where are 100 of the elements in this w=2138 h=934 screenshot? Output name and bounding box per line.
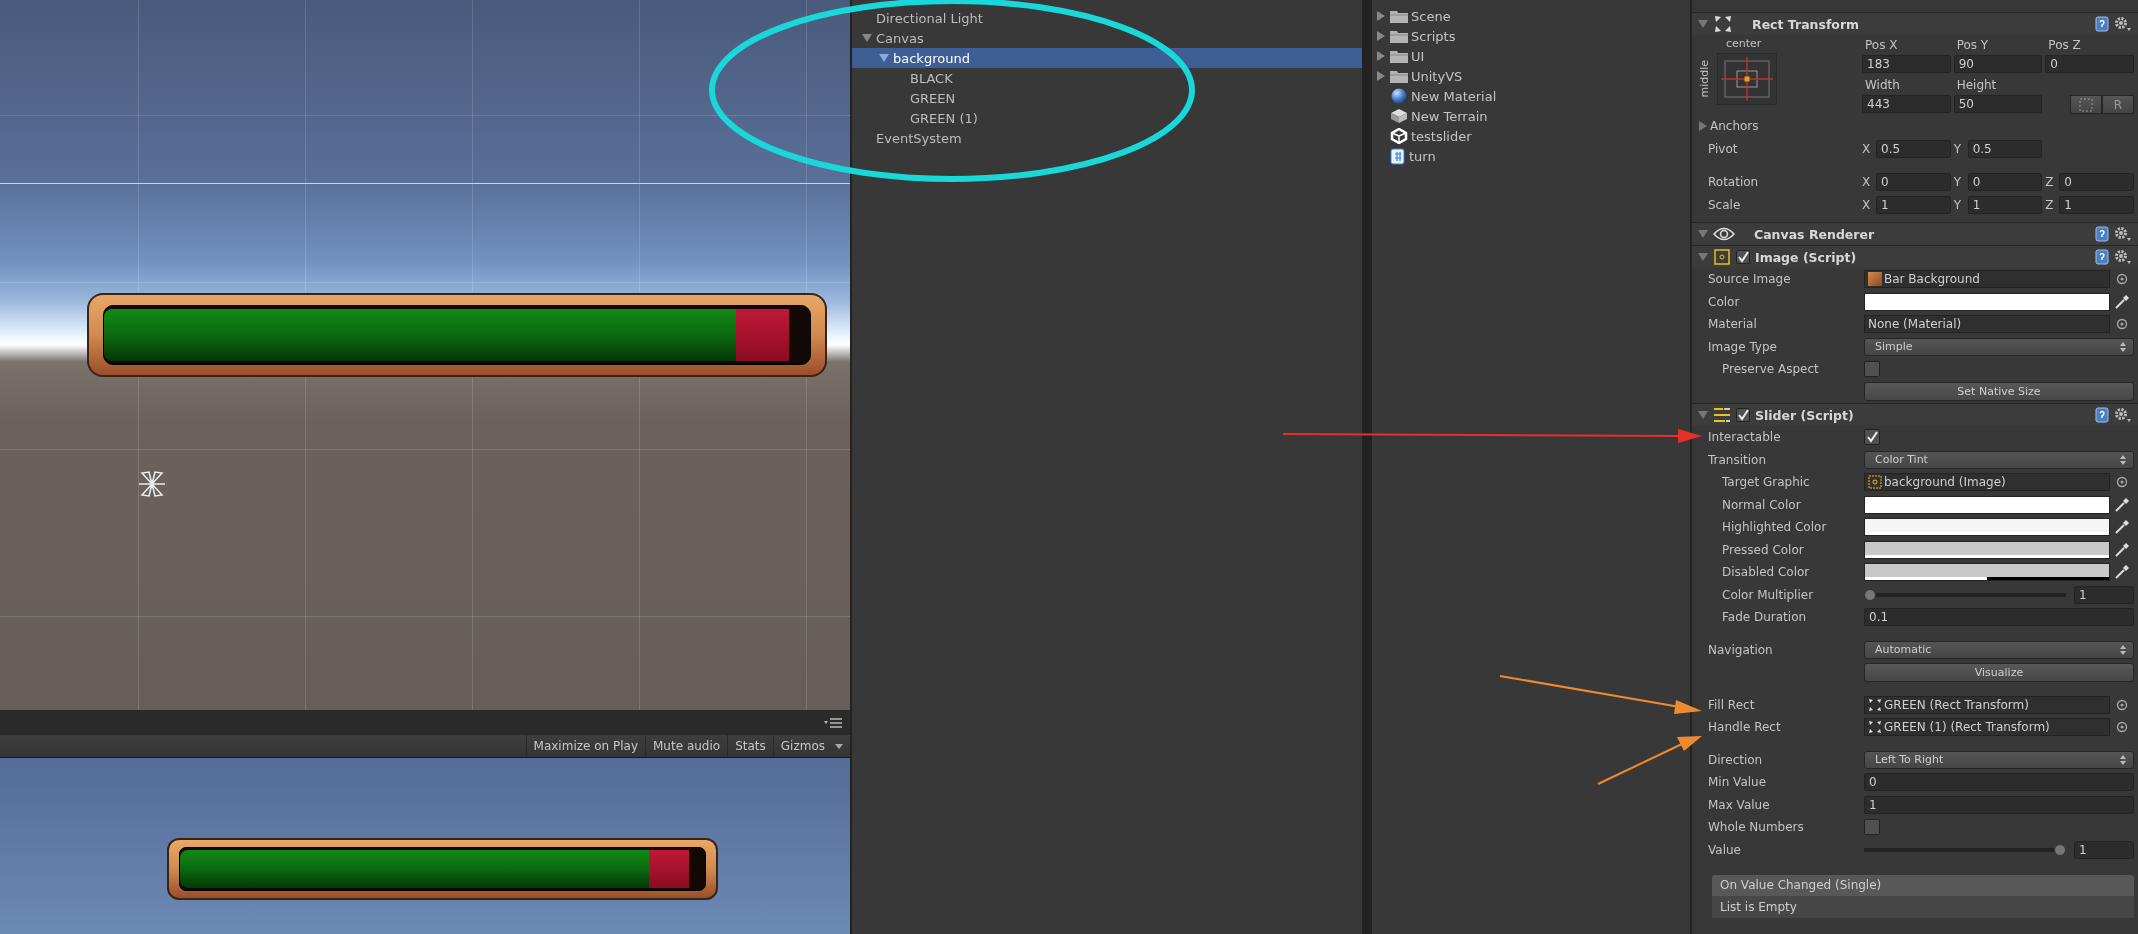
component-header[interactable]: Rect Transform: [1692, 12, 2138, 35]
number-field[interactable]: 0: [1967, 173, 2043, 192]
number-field[interactable]: 0: [1876, 173, 1951, 192]
help-icon[interactable]: [2095, 16, 2109, 32]
number-field[interactable]: 1: [2074, 585, 2134, 604]
number-field[interactable]: 183: [1862, 55, 1951, 73]
object-picker-icon[interactable]: [2116, 698, 2128, 711]
number-field[interactable]: 0: [2045, 55, 2134, 73]
project-item[interactable]: UnityVS: [1372, 66, 1690, 86]
object-picker-icon[interactable]: [2116, 721, 2128, 734]
project-item[interactable]: Scripts: [1372, 26, 1690, 46]
component-header[interactable]: Canvas Renderer: [1692, 222, 2138, 245]
number-field[interactable]: 50: [1953, 95, 2043, 113]
expand-arrow-icon[interactable]: [1698, 252, 1708, 262]
help-icon[interactable]: [2095, 226, 2109, 242]
object-field[interactable]: Bar Background: [1864, 270, 2110, 289]
number-field[interactable]: 0: [1864, 773, 2134, 792]
dropdown[interactable]: Color Tint: [1864, 450, 2134, 469]
menu-icon[interactable]: [824, 717, 842, 728]
slider-thumb[interactable]: [1864, 588, 1876, 601]
dropdown[interactable]: Automatic: [1864, 640, 2134, 659]
hierarchy-item[interactable]: GREEN: [852, 88, 1362, 108]
expand-arrow-icon[interactable]: [862, 33, 872, 43]
anchor-preset-icon[interactable]: [1717, 53, 1777, 105]
number-field[interactable]: 1: [2074, 840, 2134, 859]
gear-icon[interactable]: [2114, 407, 2132, 423]
project-item[interactable]: New Terrain: [1372, 106, 1690, 126]
number-field[interactable]: 0: [2059, 173, 2134, 192]
color-field[interactable]: [1864, 495, 2110, 514]
number-field[interactable]: 0.5: [1967, 139, 2043, 158]
property-label: Direction: [1708, 752, 1764, 767]
number-field[interactable]: 1: [1967, 195, 2043, 214]
expand-arrow-icon[interactable]: [1698, 121, 1708, 132]
gear-icon[interactable]: [2114, 226, 2132, 242]
number-field[interactable]: 443: [1862, 95, 1951, 113]
dropdown[interactable]: Simple: [1864, 337, 2134, 356]
object-field[interactable]: background (Image): [1864, 473, 2110, 492]
scene-view[interactable]: [0, 0, 850, 710]
hierarchy-item[interactable]: EventSystem: [852, 128, 1362, 148]
number-field[interactable]: 1: [1864, 795, 2134, 814]
help-icon[interactable]: [2095, 407, 2109, 423]
slider-thumb[interactable]: [2054, 843, 2066, 856]
eyedropper-icon[interactable]: [2114, 496, 2130, 513]
expand-arrow-icon[interactable]: [879, 53, 889, 63]
bar-handle: [735, 309, 789, 361]
expand-arrow-icon[interactable]: [1698, 229, 1708, 239]
gear-icon[interactable]: [2114, 16, 2132, 32]
toolbar-button[interactable]: Stats: [727, 735, 773, 757]
component-header[interactable]: Image (Script): [1692, 245, 2138, 268]
project-item[interactable]: UI: [1372, 46, 1690, 66]
object-picker-icon[interactable]: [2116, 476, 2128, 489]
component-header[interactable]: Slider (Script): [1692, 403, 2138, 426]
eyedropper-icon[interactable]: [2114, 519, 2130, 536]
dropdown[interactable]: Left To Right: [1864, 750, 2134, 769]
gear-icon[interactable]: [2114, 249, 2132, 265]
number-field[interactable]: 90: [1953, 55, 2043, 73]
number-field[interactable]: 1: [1876, 195, 1951, 214]
eyedropper-icon[interactable]: [2114, 293, 2130, 310]
object-field[interactable]: GREEN (1) (Rect Transform): [1864, 718, 2110, 737]
color-field[interactable]: [1864, 563, 2110, 582]
dropdown-arrows-icon: [2119, 453, 2127, 466]
hierarchy-item[interactable]: Canvas: [852, 28, 1362, 48]
color-field[interactable]: [1864, 292, 2110, 311]
project-item[interactable]: Scene: [1372, 6, 1690, 26]
help-icon[interactable]: [2095, 249, 2109, 265]
toolbar-button[interactable]: Maximize on Play: [525, 735, 645, 757]
eyedropper-icon[interactable]: [2114, 541, 2130, 558]
color-field[interactable]: [1864, 540, 2110, 559]
hierarchy-item[interactable]: GREEN (1): [852, 108, 1362, 128]
hierarchy-item[interactable]: background: [852, 48, 1362, 68]
checkbox[interactable]: [1864, 429, 1880, 446]
object-field[interactable]: None (Material): [1864, 315, 2110, 334]
dropdown-caret-icon[interactable]: [832, 741, 846, 751]
eyedropper-icon[interactable]: [2114, 564, 2130, 581]
hierarchy-item[interactable]: BLACK: [852, 68, 1362, 88]
object-picker-icon[interactable]: [2116, 273, 2128, 286]
action-button[interactable]: Visualize: [1864, 662, 2134, 682]
checkbox[interactable]: [1864, 819, 1880, 836]
project-item[interactable]: New Material: [1372, 86, 1690, 106]
axis-label: Y: [1953, 141, 1962, 156]
checkbox[interactable]: [1864, 361, 1880, 378]
hierarchy-item[interactable]: Directional Light: [852, 8, 1362, 28]
toolbar-button[interactable]: Gizmos: [772, 735, 832, 757]
checkbox[interactable]: [1736, 250, 1750, 264]
object-field[interactable]: GREEN (Rect Transform): [1864, 695, 2110, 714]
action-button[interactable]: Set Native Size: [1864, 382, 2134, 402]
sphere-icon: [1390, 88, 1408, 104]
color-field[interactable]: [1864, 518, 2110, 537]
blueprint-mode-button[interactable]: [2070, 95, 2102, 114]
number-field[interactable]: 1: [2059, 195, 2134, 214]
number-field[interactable]: 0.1: [1864, 608, 2134, 627]
project-item[interactable]: turn: [1372, 146, 1690, 166]
number-field[interactable]: 0.5: [1876, 139, 1951, 158]
foldout-label[interactable]: Anchors: [1710, 119, 1759, 134]
toolbar-button[interactable]: Mute audio: [645, 735, 728, 757]
checkbox[interactable]: [1736, 408, 1750, 422]
expand-arrow-icon[interactable]: [1698, 19, 1708, 29]
object-picker-icon[interactable]: [2116, 318, 2128, 331]
project-item[interactable]: testslider: [1372, 126, 1690, 146]
expand-arrow-icon[interactable]: [1698, 410, 1708, 420]
